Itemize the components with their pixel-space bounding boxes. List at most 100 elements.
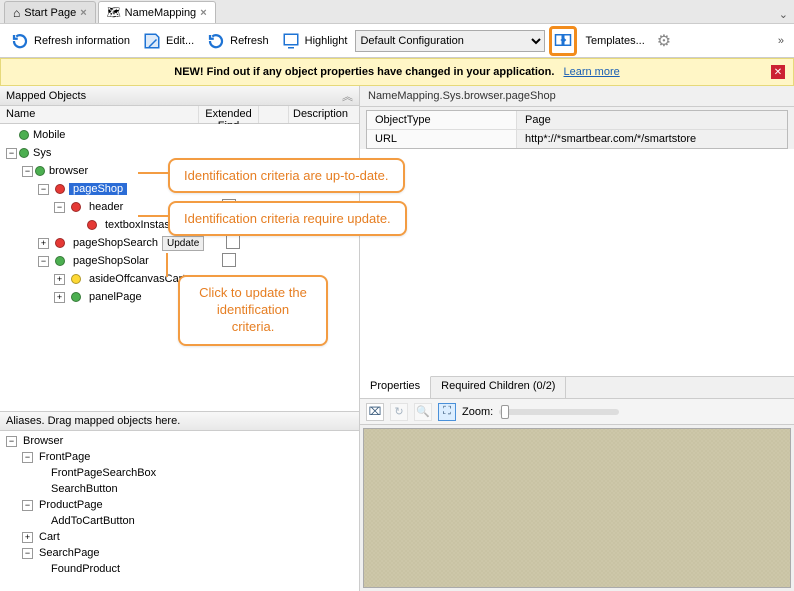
close-banner-button[interactable]: ✕ xyxy=(771,65,785,79)
toolbar-label: Refresh information xyxy=(34,35,130,47)
refresh-icon xyxy=(206,31,226,51)
tabs-overflow[interactable]: ⌄ xyxy=(773,6,794,23)
toolbar-label: Edit... xyxy=(166,35,194,47)
alias-item[interactable]: SearchPage xyxy=(39,547,100,559)
expander[interactable]: − xyxy=(22,166,33,177)
tree-item[interactable]: pageShopSolar xyxy=(73,255,149,267)
expander[interactable]: + xyxy=(54,292,65,303)
refresh-icon xyxy=(10,31,30,51)
tree-item[interactable]: panelPage xyxy=(89,291,142,303)
alias-item[interactable]: FrontPage xyxy=(39,451,90,463)
fit-icon[interactable]: ⛶ xyxy=(438,403,456,421)
expander[interactable]: − xyxy=(22,452,33,463)
alias-item[interactable]: FrontPageSearchBox xyxy=(51,467,156,479)
status-dot-green xyxy=(55,256,65,266)
info-banner: NEW! Find out if any object properties h… xyxy=(0,58,794,86)
capture-icon[interactable]: ⌧ xyxy=(366,403,384,421)
mapping-icon: 🗺 xyxy=(107,6,121,19)
alias-item[interactable]: ProductPage xyxy=(39,499,103,511)
compare-icon xyxy=(553,30,573,50)
refresh-information-button[interactable]: Refresh information xyxy=(6,29,134,53)
zoom-icon[interactable]: 🔍 xyxy=(414,403,432,421)
expander[interactable]: − xyxy=(22,500,33,511)
refresh-button[interactable]: Refresh xyxy=(202,29,273,53)
tree-item[interactable]: Sys xyxy=(33,147,51,159)
property-row[interactable]: URL http*://*smartbear.com/*/smartstore xyxy=(367,130,787,148)
aliases-header[interactable]: Aliases. Drag mapped objects here. xyxy=(0,412,359,431)
col-name[interactable]: Name xyxy=(0,106,199,123)
expander[interactable]: + xyxy=(22,532,33,543)
toolbar-label: Highlight xyxy=(305,35,348,47)
status-dot-green xyxy=(19,130,29,140)
refresh-preview-icon[interactable]: ↻ xyxy=(390,403,408,421)
alias-item[interactable]: AddToCartButton xyxy=(51,515,135,527)
document-tabs: ⌂ Start Page × 🗺 NameMapping × ⌄ xyxy=(0,0,794,24)
properties-body xyxy=(360,149,794,376)
close-icon[interactable]: × xyxy=(80,7,86,19)
status-dot-red xyxy=(55,184,65,194)
expander[interactable]: − xyxy=(38,184,49,195)
tab-label: NameMapping xyxy=(125,7,197,19)
highlight-button[interactable]: Highlight xyxy=(277,29,352,53)
tab-start-page[interactable]: ⌂ Start Page × xyxy=(4,1,96,23)
expander[interactable]: − xyxy=(6,436,17,447)
tree-item-selected[interactable]: pageShop xyxy=(69,183,127,195)
collapse-icon[interactable]: ︽ xyxy=(342,88,353,104)
zoom-thumb[interactable] xyxy=(501,405,509,419)
edit-button[interactable]: Edit... xyxy=(138,29,198,53)
close-icon[interactable]: × xyxy=(200,7,206,19)
col-find[interactable] xyxy=(259,106,289,123)
status-dot-red xyxy=(71,202,81,212)
toolbar: Refresh information Edit... Refresh High… xyxy=(0,24,794,58)
gear-icon: ⚙ xyxy=(657,31,671,51)
edit-icon xyxy=(142,31,162,51)
mapped-objects-header[interactable]: Mapped Objects ︽ xyxy=(0,86,359,106)
templates-button[interactable]: Templates... xyxy=(581,33,648,49)
tree-item[interactable]: asideOffcanvasCart xyxy=(89,273,185,285)
expander[interactable]: − xyxy=(22,548,33,559)
tree-item[interactable]: pageShopSearch xyxy=(73,237,158,249)
status-dot-yellow xyxy=(71,274,81,284)
zoom-slider[interactable] xyxy=(499,409,619,415)
toolbar-label: Refresh xyxy=(230,35,269,47)
aliases-panel: Aliases. Drag mapped objects here. −Brow… xyxy=(0,411,359,591)
learn-more-link[interactable]: Learn more xyxy=(563,66,619,78)
extended-find-checkbox[interactable] xyxy=(226,235,240,249)
tab-properties[interactable]: Properties xyxy=(360,376,431,398)
highlight-icon xyxy=(281,31,301,51)
extended-find-checkbox[interactable] xyxy=(222,253,236,267)
toolbar-overflow[interactable]: » xyxy=(778,35,788,47)
update-mapping-button[interactable] xyxy=(549,26,577,56)
configuration-dropdown[interactable]: Default Configuration xyxy=(355,30,545,52)
expander[interactable]: − xyxy=(38,256,49,267)
properties-table: ObjectType Page URL http*://*smartbear.c… xyxy=(366,110,788,149)
expander[interactable]: − xyxy=(6,148,17,159)
right-panel: NameMapping.Sys.browser.pageShop ObjectT… xyxy=(360,86,794,591)
property-row[interactable]: ObjectType Page xyxy=(367,111,787,130)
preview-toolbar: ⌧ ↻ 🔍 ⛶ Zoom: xyxy=(360,399,794,425)
configuration-select[interactable]: Default Configuration xyxy=(355,30,545,52)
alias-item[interactable]: Browser xyxy=(23,435,63,447)
property-key: ObjectType xyxy=(367,111,517,129)
banner-text: NEW! Find out if any object properties h… xyxy=(174,66,554,78)
update-button[interactable]: Update xyxy=(162,236,204,251)
expander[interactable]: + xyxy=(54,274,65,285)
col-description[interactable]: Description xyxy=(289,106,359,123)
alias-item[interactable]: Cart xyxy=(39,531,60,543)
panel-title: Mapped Objects xyxy=(6,90,86,102)
alias-item[interactable]: SearchButton xyxy=(51,483,118,495)
col-extended-find[interactable]: Extended Find xyxy=(199,106,259,123)
tree-item[interactable]: Mobile xyxy=(33,129,65,141)
home-icon: ⌂ xyxy=(13,6,20,20)
tree-item[interactable]: header xyxy=(89,201,123,213)
alias-item[interactable]: FoundProduct xyxy=(51,563,120,575)
status-dot-green xyxy=(19,148,29,158)
aliases-tree[interactable]: −Browser −FrontPage FrontPageSearchBox S… xyxy=(0,431,359,591)
tree-item[interactable]: browser xyxy=(49,165,88,177)
settings-button[interactable]: ⚙ xyxy=(653,29,675,53)
tab-namemapping[interactable]: 🗺 NameMapping × xyxy=(98,1,216,23)
expander[interactable]: − xyxy=(54,202,65,213)
tab-required-children[interactable]: Required Children (0/2) xyxy=(431,377,566,398)
status-dot-green xyxy=(71,292,81,302)
expander[interactable]: + xyxy=(38,238,49,249)
